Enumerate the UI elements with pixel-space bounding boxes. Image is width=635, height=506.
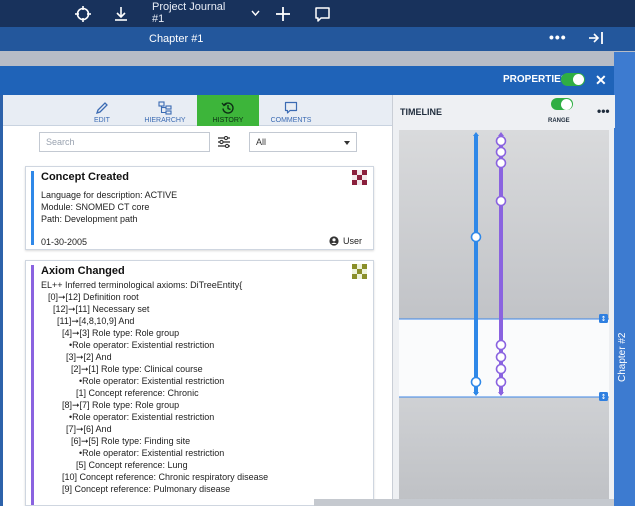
side-tab-chapter-2[interactable]: Chapter #2	[614, 52, 635, 506]
timeline-canvas[interactable]: ↕ ↕	[399, 130, 609, 501]
chapter-title: Chapter #1	[149, 33, 204, 45]
divider-band	[0, 51, 635, 66]
top-toolbar: Project Journal #1	[0, 0, 635, 27]
tab-edit[interactable]: EDIT	[71, 95, 133, 126]
chapter-header: Chapter #1 •••	[0, 27, 635, 51]
axiom-line: [0]➞[12] Definition root	[48, 292, 139, 302]
card-title: Concept Created	[41, 171, 130, 183]
axiom-line: [5] Concept reference: Lung	[76, 460, 188, 470]
svg-text:↕: ↕	[601, 393, 607, 401]
card-line: Module: SNOMED CT core	[41, 202, 150, 212]
tab-label: COMMENTS	[270, 117, 312, 124]
tab-comments[interactable]: COMMENTS	[260, 95, 322, 126]
timeline-event-dot[interactable]	[495, 363, 507, 375]
axiom-line: [9] Concept reference: Pulmonary disease	[62, 484, 231, 494]
select-value: All	[256, 137, 267, 147]
axiom-line: [7]➞[6] And	[66, 424, 112, 434]
hierarchy-icon	[158, 101, 172, 115]
tab-label: EDIT	[94, 117, 110, 124]
range-toggle[interactable]	[551, 98, 573, 110]
axiom-line: •Role operator: Existential restriction	[69, 412, 215, 422]
more-options-icon[interactable]: •••	[549, 29, 567, 45]
timeline-shade-top	[399, 130, 609, 319]
timeline-header: TIMELINE RANGE •••	[393, 95, 615, 128]
comment-icon	[284, 101, 298, 114]
axiom-line: [6]➞[5] Role type: Finding site	[71, 436, 191, 446]
axiom-line: •Role operator: Existential restriction	[79, 376, 225, 386]
chevron-down-icon	[344, 141, 350, 145]
timeline-event-dot[interactable]	[495, 376, 507, 388]
tab-bar: EDIT HIERARCHY HISTORY COMMENTS	[3, 95, 392, 126]
user-icon	[329, 236, 339, 246]
svg-text:↕: ↕	[601, 315, 607, 323]
properties-header: PROPERTIES ✕	[0, 66, 614, 95]
download-icon[interactable]	[110, 3, 132, 25]
author-avatar	[352, 170, 367, 185]
chevron-down-icon	[251, 7, 260, 19]
app-window: Project Journal #1 Chapter #1 ••• PROPER…	[0, 0, 635, 506]
range-label: RANGE	[548, 118, 570, 124]
card-line: Language for description: ACTIVE	[41, 190, 178, 200]
axiom-line: [3]➞[2] And	[66, 352, 112, 362]
axiom-line: •Role operator: Existential restriction	[79, 448, 225, 458]
author-avatar	[352, 264, 367, 279]
card-accent-bar	[31, 265, 34, 505]
crosshair-icon[interactable]	[72, 3, 94, 25]
timeline-event-dot[interactable]	[495, 339, 507, 351]
axiom-line: [10] Concept reference: Chronic respirat…	[62, 472, 269, 482]
history-card-axiom-changed: Axiom Changed EL++ Inferred terminologic…	[25, 260, 374, 506]
card-title: Axiom Changed	[41, 265, 125, 277]
horizontal-scrollbar[interactable]	[314, 499, 614, 506]
collapse-right-icon[interactable]	[588, 31, 604, 48]
axiom-line: [11]➞[4,8,10,9] And	[57, 316, 135, 326]
axiom-line: [2]➞[1] Role type: Clinical course	[71, 364, 203, 374]
properties-toggle[interactable]	[561, 73, 585, 86]
timeline-event-dot[interactable]	[495, 157, 507, 169]
timeline-event-dot[interactable]	[495, 195, 507, 207]
side-tab-label: Chapter #2	[617, 332, 628, 382]
tab-label: HIERARCHY	[144, 117, 186, 124]
timeline-event-dot[interactable]	[495, 351, 507, 363]
history-icon	[221, 102, 234, 114]
axiom-line: EL++ Inferred terminological axioms: DiT…	[41, 280, 243, 290]
tab-label: HISTORY	[212, 117, 244, 124]
timeline-event-dot[interactable]	[495, 146, 507, 158]
history-card-concept-created: Concept Created Language for description…	[25, 166, 374, 250]
card-user: User	[329, 236, 362, 246]
history-filter-select[interactable]: All	[249, 132, 357, 152]
axiom-line: [1] Concept reference: Chronic	[76, 388, 199, 398]
comment-icon[interactable]	[311, 3, 333, 25]
axiom-line: [12]➞[11] Necessary set	[53, 304, 150, 314]
card-user-name: User	[342, 236, 362, 246]
card-accent-bar	[31, 171, 34, 245]
plus-icon[interactable]	[272, 3, 294, 25]
properties-panel: EDIT HIERARCHY HISTORY COMMENTS Search A…	[0, 95, 392, 506]
tab-hierarchy[interactable]: HIERARCHY	[134, 95, 196, 126]
properties-label: PROPERTIES	[503, 74, 568, 85]
range-top-handle[interactable]: ↕	[599, 314, 608, 323]
pencil-icon	[95, 102, 108, 115]
timeline-event-dot[interactable]	[470, 231, 482, 243]
card-date: 01-30-2005	[41, 237, 88, 247]
project-select[interactable]: Project Journal #1	[144, 1, 260, 25]
close-icon[interactable]: ✕	[595, 72, 607, 89]
axiom-line: •Role operator: Existential restriction	[69, 340, 215, 350]
search-input[interactable]: Search	[39, 132, 210, 152]
tab-history[interactable]: HISTORY	[197, 95, 259, 126]
filter-settings-icon[interactable]	[217, 136, 231, 148]
range-bottom-handle[interactable]: ↕	[599, 392, 608, 401]
card-line: Path: Development path	[41, 214, 138, 224]
timeline-title: TIMELINE	[400, 107, 442, 117]
axiom-line: [4]➞[3] Role type: Role group	[62, 328, 180, 338]
timeline-shade-bottom	[399, 397, 609, 501]
more-options-icon[interactable]: •••	[597, 104, 610, 118]
project-select-label: Project Journal #1	[152, 1, 226, 25]
timeline-panel: TIMELINE RANGE ••• ↕ ↕	[392, 95, 615, 506]
timeline-event-dot[interactable]	[470, 376, 482, 388]
axiom-line: [8]➞[7] Role type: Role group	[62, 400, 180, 410]
timeline-event-dot[interactable]	[495, 135, 507, 147]
